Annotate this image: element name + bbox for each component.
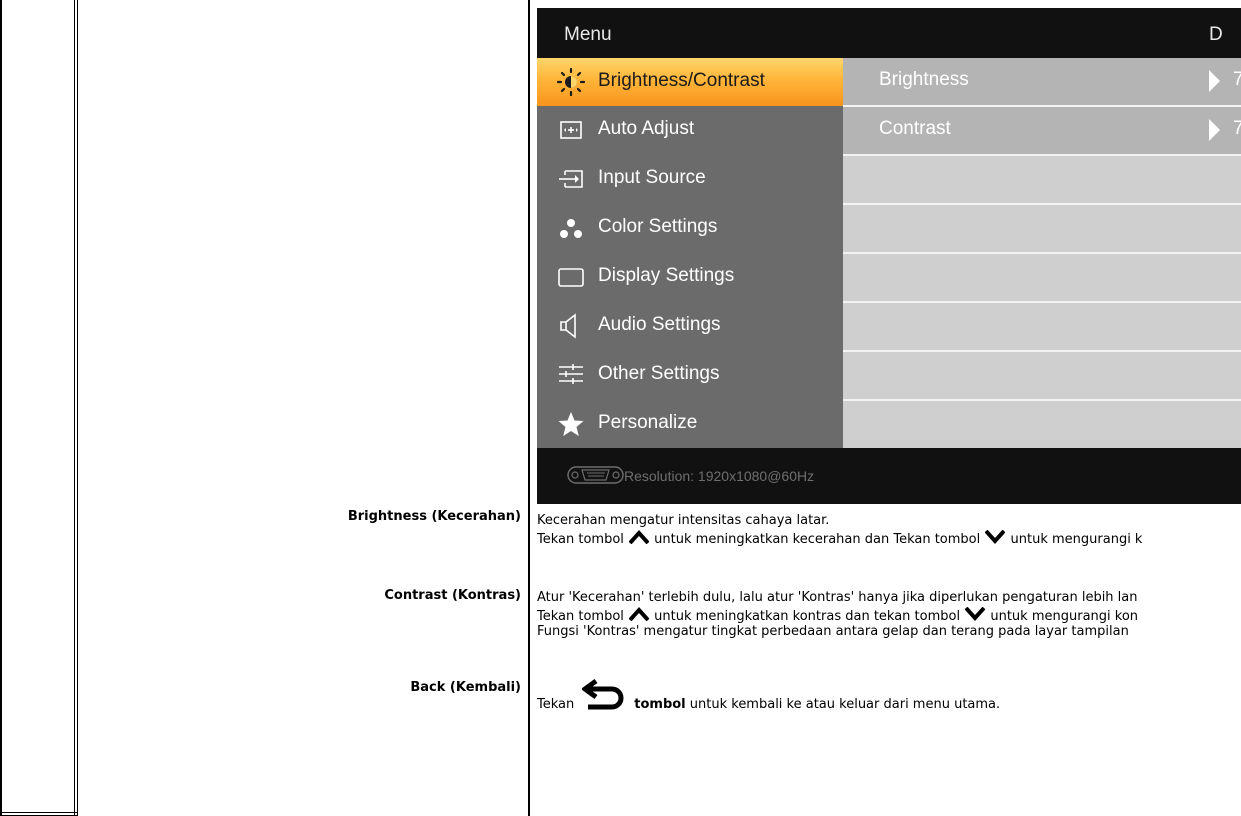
submenu-empty-row [843,205,1241,254]
text-fragment: untuk meningkatkan kontras dan tekan tom… [650,609,965,624]
osd-main-menu: Brightness/Contrast Auto Adjust Input So… [537,58,843,448]
brightness-desc-line2: Tekan tombol untuk meningkatkan keceraha… [537,530,1241,547]
back-label: Back (Kembali) [410,680,521,695]
back-arrow-icon [582,678,624,710]
text-fragment: untuk kembali ke atau keluar dari menu u… [685,697,1001,712]
speaker-icon [560,313,576,339]
osd-footer: Resolution: 1920x1080@60Hz [537,448,1241,504]
other-settings-icon [559,364,583,384]
submenu-item-label: Brightness [879,69,969,90]
text-fragment: untuk meningkatkan kecerahan dan Tekan t… [650,532,985,547]
submenu-empty-row [843,254,1241,303]
resolution-text: Resolution: 1920x1080@60Hz [624,468,815,484]
chevron-down-icon [985,530,1006,544]
menu-item-auto-adjust[interactable]: Auto Adjust [537,106,843,154]
menu-item-label: Color Settings [598,216,718,237]
menu-item-label: Display Settings [598,265,735,286]
submenu-empty-row [843,352,1241,401]
chevron-up-icon [629,530,650,544]
menu-item-color-settings[interactable]: Color Settings [537,204,843,252]
submenu-item-value: 7 [1233,118,1241,139]
osd-title: Menu [564,24,612,45]
menu-item-label: Auto Adjust [598,118,695,139]
submenu-item-label: Contrast [879,118,951,139]
osd-submenu: Brightness 7 Contrast 7 [843,58,1241,448]
back-description: Tekan tombol untuk kembali ke atau keluar… [537,676,1241,712]
input-source-icon [559,170,583,188]
menu-item-brightness-contrast[interactable]: Brightness/Contrast [537,58,843,106]
submenu-empty-row [843,401,1241,448]
text-fragment: Tekan [537,697,575,712]
menu-item-label: Personalize [598,412,698,433]
osd-menu-panel: Menu D Brightness/Contrast Auto Adjust I… [537,8,1241,504]
arrow-right-icon [1209,119,1220,141]
menu-item-personalize[interactable]: Personalize [537,400,843,448]
auto-adjust-icon [560,121,582,139]
content-divider [528,0,530,816]
contrast-desc-line1: Atur 'Kecerahan' terlebih dulu, lalu atu… [537,590,1138,605]
chevron-up-icon [629,607,650,621]
menu-item-audio-settings[interactable]: Audio Settings [537,302,843,350]
text-fragment: untuk mengurangi kon [986,609,1139,624]
contrast-desc-line3: Fungsi 'Kontras' mengatur tingkat perbed… [537,624,1129,639]
chevron-down-icon [965,607,986,621]
menu-item-other-settings[interactable]: Other Settings [537,351,843,399]
arrow-right-icon [1209,70,1220,92]
submenu-empty-row [843,156,1241,205]
menu-item-input-source[interactable]: Input Source [537,155,843,203]
menu-item-label: Audio Settings [598,314,721,335]
brightness-label: Brightness (Kecerahan) [347,509,521,524]
submenu-item-value: 7 [1233,69,1241,90]
star-icon [558,412,584,436]
text-fragment: Tekan tombol [537,532,629,547]
frame-bottom [0,812,78,813]
frame-left-outer [0,0,2,816]
submenu-item-brightness[interactable]: Brightness 7 [843,58,1241,107]
menu-item-label: Brightness/Contrast [598,70,765,91]
brightness-description: Kecerahan mengatur intensitas cahaya lat… [537,513,1241,547]
osd-header-right-text: D [1209,24,1223,45]
frame-left-inner-2 [77,0,78,816]
frame-left-inner-1 [74,0,75,816]
color-settings-icon [560,219,582,238]
contrast-description: Atur 'Kecerahan' terlebih dulu, lalu atu… [537,590,1241,639]
menu-item-label: Other Settings [598,363,720,384]
vga-connector-icon [567,466,624,484]
brightness-desc-line1: Kecerahan mengatur intensitas cahaya lat… [537,513,830,528]
brightness-icon [557,68,585,96]
osd-header: Menu D [537,8,1241,58]
text-fragment-bold: tombol [634,697,686,712]
contrast-desc-line2: Tekan tombol untuk meningkatkan kontras … [537,607,1241,624]
text-fragment: Tekan tombol [537,609,629,624]
text-fragment: untuk mengurangi k [1006,532,1143,547]
contrast-label: Contrast (Kontras) [384,588,521,603]
display-settings-icon [558,268,584,287]
submenu-empty-row [843,303,1241,352]
menu-item-label: Input Source [598,167,706,188]
menu-item-display-settings[interactable]: Display Settings [537,253,843,301]
submenu-item-contrast[interactable]: Contrast 7 [843,107,1241,156]
